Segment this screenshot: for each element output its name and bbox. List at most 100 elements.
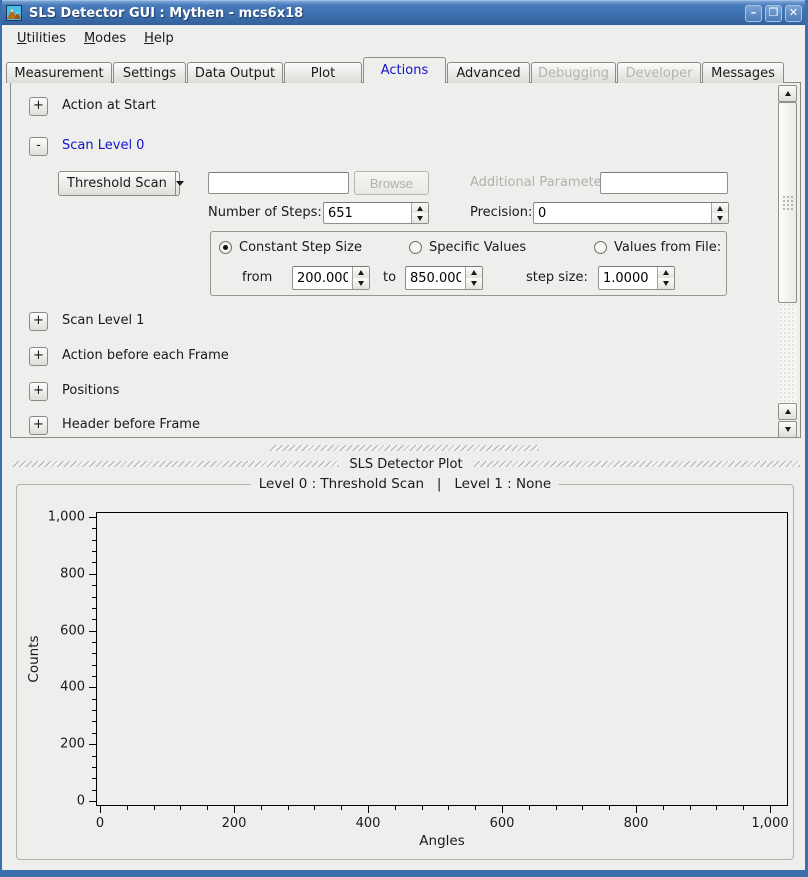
y-axis-minor-tick <box>92 562 96 563</box>
expand-header-before-frame-button[interactable]: + <box>29 416 48 435</box>
tab-messages[interactable]: Messages <box>702 62 784 83</box>
actions-pane: + Action at Start - Scan Level 0 Thresho… <box>10 82 801 438</box>
from-spinbox[interactable] <box>292 266 370 290</box>
plot-dock-title: SLS Detector Plot <box>339 457 472 472</box>
step-size-spinbox[interactable] <box>598 266 675 290</box>
x-axis-minor-tick <box>663 806 664 810</box>
y-axis-label: Counts <box>26 635 42 682</box>
app-window: SLS Detector GUI : Mythen - mcs6x18 – ❐ … <box>0 0 808 877</box>
x-axis-minor-tick <box>207 806 208 810</box>
app-logo-icon <box>6 5 22 21</box>
radio-constant-step-size-label: Constant Step Size <box>239 240 362 255</box>
vertical-scrollbar[interactable] <box>778 85 797 437</box>
section-action-before-frame-label: Action before each Frame <box>62 347 229 365</box>
precision-value[interactable] <box>534 203 711 223</box>
from-value[interactable] <box>293 267 352 289</box>
y-axis-tick-label: 200 <box>60 737 85 752</box>
scroll-up-button[interactable] <box>778 85 797 102</box>
menu-help[interactable]: Help <box>135 28 183 49</box>
y-axis-tick-label: 0 <box>77 794 85 809</box>
spinner-arrows-icon[interactable] <box>352 267 369 289</box>
expand-action-at-start-button[interactable]: + <box>29 97 48 116</box>
x-axis-minor-tick <box>475 806 476 810</box>
number-of-steps-spinbox[interactable] <box>323 202 429 224</box>
radio-constant-step-size[interactable]: Constant Step Size <box>219 240 362 255</box>
y-axis-tick-label: 600 <box>60 623 85 638</box>
x-axis-minor-tick <box>582 806 583 810</box>
dock-title-hatch-icon <box>12 461 339 467</box>
tab-data-output[interactable]: Data Output <box>187 62 283 83</box>
radio-specific-values[interactable]: Specific Values <box>409 240 526 255</box>
x-axis-major-tick <box>368 806 369 813</box>
radio-specific-values-label: Specific Values <box>429 240 526 255</box>
x-axis-minor-tick <box>314 806 315 810</box>
to-value[interactable] <box>406 267 465 289</box>
y-axis-minor-tick <box>92 676 96 677</box>
scrollbar-track[interactable] <box>779 303 796 403</box>
x-axis-minor-tick <box>261 806 262 810</box>
menu-utilities[interactable]: Utilities <box>8 28 75 49</box>
x-axis-minor-tick <box>422 806 423 810</box>
precision-spinbox[interactable] <box>533 202 729 224</box>
tab-actions[interactable]: Actions <box>363 57 446 83</box>
spinner-arrows-icon[interactable] <box>411 203 428 223</box>
radio-circle-icon <box>409 241 422 254</box>
radio-values-from-file[interactable]: Values from File: <box>594 240 721 255</box>
y-axis-major-tick <box>89 801 96 802</box>
plot-canvas[interactable] <box>96 512 788 806</box>
y-axis-tick-label: 1,000 <box>48 510 85 525</box>
y-axis-minor-tick <box>92 790 96 791</box>
additional-parameter-input[interactable] <box>600 172 728 194</box>
y-axis-tick-label: 400 <box>60 680 85 695</box>
menu-modes[interactable]: Modes <box>75 28 135 49</box>
spinner-arrows-icon[interactable] <box>657 267 674 289</box>
scan-mode-combobox[interactable]: Threshold Scan <box>58 171 180 196</box>
scan-script-input[interactable] <box>208 172 349 194</box>
maximize-button[interactable]: ❐ <box>765 5 782 22</box>
title-bar[interactable]: SLS Detector GUI : Mythen - mcs6x18 – ❐ … <box>0 0 808 25</box>
collapse-scan-level-0-button[interactable]: - <box>29 137 48 156</box>
minimize-button[interactable]: – <box>745 5 762 22</box>
splitter-handle[interactable] <box>269 445 539 451</box>
scroll-up-button-bottom[interactable] <box>778 403 797 420</box>
x-axis-minor-tick <box>743 806 744 810</box>
x-axis-tick-label: 200 <box>222 816 247 831</box>
scrollbar-grip-icon <box>782 195 793 211</box>
x-axis-minor-tick <box>341 806 342 810</box>
tab-advanced[interactable]: Advanced <box>447 62 530 83</box>
expand-action-before-frame-button[interactable]: + <box>29 347 48 366</box>
close-button[interactable]: ✕ <box>785 5 802 22</box>
y-axis-minor-tick <box>92 665 96 666</box>
x-axis-tick-label: 600 <box>490 816 515 831</box>
radio-circle-icon <box>594 241 607 254</box>
spinner-arrows-icon[interactable] <box>711 203 728 223</box>
y-axis-minor-tick <box>92 710 96 711</box>
combo-dropdown-arrow-icon <box>175 172 184 195</box>
y-axis-major-tick <box>89 517 96 518</box>
tab-measurement[interactable]: Measurement <box>6 62 112 83</box>
spinner-arrows-icon[interactable] <box>465 267 482 289</box>
y-axis-minor-tick <box>92 756 96 757</box>
tab-settings[interactable]: Settings <box>113 62 186 83</box>
plot-canvas-area: Angles Counts 02004006008001,00002004006… <box>96 512 788 806</box>
y-axis-minor-tick <box>92 721 96 722</box>
x-axis-minor-tick <box>154 806 155 810</box>
scroll-down-button[interactable] <box>778 421 797 438</box>
y-axis-major-tick <box>89 574 96 575</box>
x-axis-minor-tick <box>127 806 128 810</box>
precision-label: Precision: <box>470 205 532 220</box>
step-size-value[interactable] <box>599 267 657 289</box>
to-spinbox[interactable] <box>405 266 483 290</box>
scan-mode-value: Threshold Scan <box>59 176 175 191</box>
x-axis-label: Angles <box>419 833 464 849</box>
plot-dock-titlebar[interactable]: SLS Detector Plot <box>12 456 800 472</box>
tab-plot[interactable]: Plot <box>284 62 362 83</box>
radio-circle-icon <box>219 241 232 254</box>
expand-scan-level-1-button[interactable]: + <box>29 312 48 331</box>
radio-values-from-file-label: Values from File: <box>614 240 721 255</box>
y-axis-minor-tick <box>92 699 96 700</box>
number-of-steps-value[interactable] <box>324 203 411 223</box>
scrollbar-thumb[interactable] <box>778 102 797 303</box>
y-axis-major-tick <box>89 631 96 632</box>
expand-positions-button[interactable]: + <box>29 382 48 401</box>
